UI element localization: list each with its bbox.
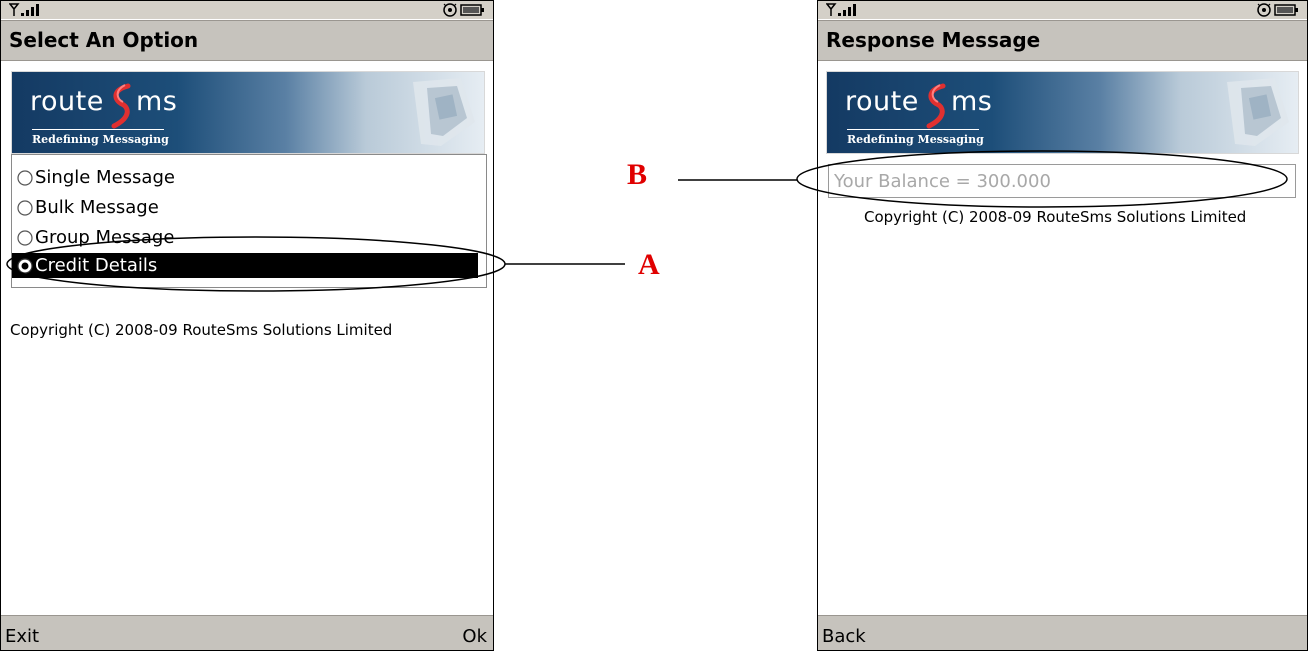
annotation-label-a: A xyxy=(638,248,660,281)
annotation-ellipse-b xyxy=(796,150,1288,208)
annotation-overlay xyxy=(6,150,1288,292)
annotation-ellipse-a xyxy=(6,236,506,292)
annotation-label-b: B xyxy=(627,158,648,191)
